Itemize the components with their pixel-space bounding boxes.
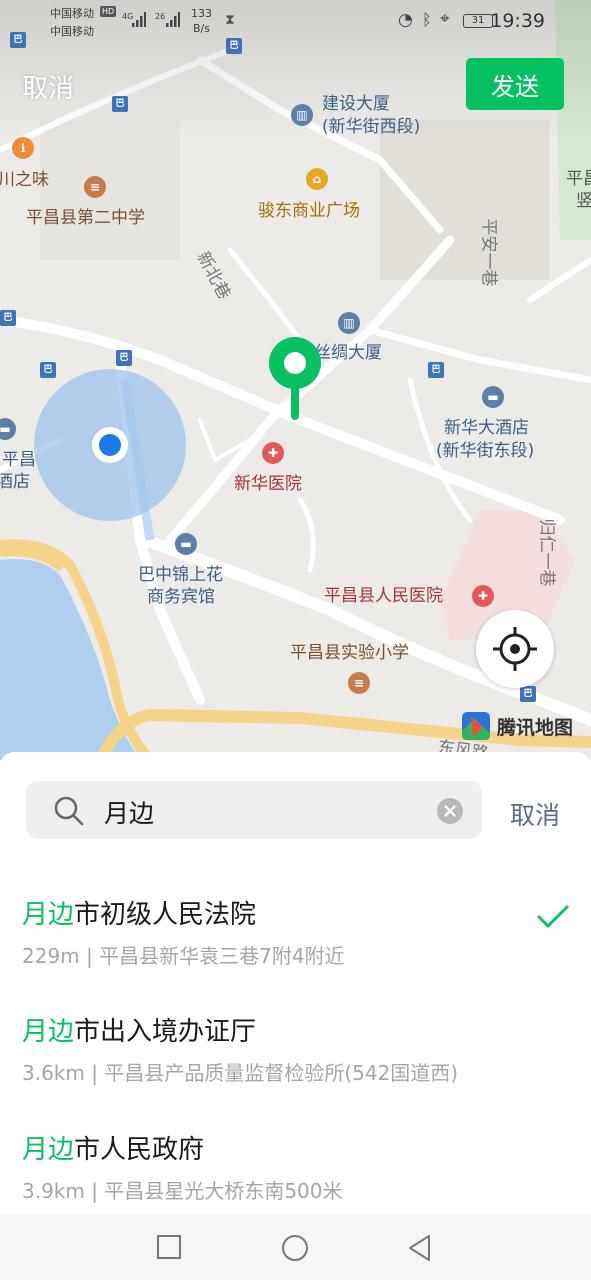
- search-sheet: 月边 取消 月边市初级人民法院 229m | 平昌县新华袁三巷7附4附近 月边市…: [0, 752, 591, 1214]
- poi-sublabel: (新华街西段): [322, 117, 421, 137]
- cancel-button[interactable]: 取消: [22, 68, 74, 105]
- result-highlight: 月边: [22, 1017, 75, 1047]
- hd-badge: HD: [100, 6, 117, 17]
- road-label: 平安一巷: [478, 218, 499, 287]
- result-highlight: 月边: [22, 900, 75, 930]
- search-icon: [54, 796, 84, 826]
- result-title: 月边市人民政府: [22, 1129, 204, 1166]
- result-detail: 3.6km | 平昌县产品质量监督检验所(542国道西): [22, 1061, 459, 1085]
- poi-label: 川之味: [0, 170, 49, 190]
- system-nav-bar: [0, 1214, 591, 1280]
- poi-label: 巴中锦上花: [138, 565, 223, 585]
- poi-label: 平昌县人民医院: [324, 586, 443, 606]
- bus-stop-icon: 巴: [116, 350, 132, 366]
- send-button[interactable]: 发送: [466, 58, 564, 110]
- result-detail: 229m | 平昌县新华袁三巷7附4附近: [22, 944, 345, 968]
- clock: 19:39: [490, 10, 545, 32]
- network-type: 26: [155, 12, 166, 21]
- result-title: 月边市初级人民法院: [22, 894, 256, 931]
- tencent-map-icon: [462, 712, 490, 740]
- crosshair-icon: [493, 627, 537, 671]
- map-view[interactable]: ▥ 建设大厦 (新华街西段) ℹ 川之味 ≡ 平昌县第二中学 ⌂ 骏东商业广场 …: [0, 0, 591, 760]
- recents-icon[interactable]: [156, 1234, 182, 1260]
- map-provider-name: 腾讯地图: [497, 716, 574, 739]
- battery-icon: 31: [463, 14, 493, 28]
- status-bar: 中国移动 HD 中国移动 4G 26 133 B/s ⧗ ◔ ᛒ ⌖ 31 19…: [0, 0, 591, 44]
- bus-stop-icon: 巴: [0, 310, 16, 326]
- hotel-icon: ▬: [175, 533, 197, 555]
- net-speed: 133: [191, 7, 212, 20]
- hospital-icon: ✚: [262, 442, 284, 464]
- location-icon: ⌖: [440, 9, 450, 29]
- home-icon[interactable]: [281, 1234, 309, 1262]
- shopping-icon: ⌂: [306, 168, 328, 190]
- hourglass-icon: ⧗: [225, 12, 235, 28]
- poi-sublabel: 酒店: [0, 472, 30, 492]
- locate-me-button[interactable]: [476, 610, 554, 688]
- result-item[interactable]: 月边市初级人民法院 229m | 平昌县新华袁三巷7附4附近: [0, 894, 591, 1012]
- poi-label: 新华医院: [234, 474, 302, 494]
- poi-label: 平昌: [566, 169, 591, 189]
- bus-stop-icon: 巴: [40, 362, 56, 378]
- bus-stop-icon: 巴: [520, 686, 536, 702]
- hotel-icon: ▬: [482, 386, 504, 408]
- clear-icon[interactable]: [437, 798, 463, 824]
- restaurant-icon: ℹ: [12, 137, 34, 159]
- result-item[interactable]: 月边市出入境办证厅 3.6km | 平昌县产品质量监督检验所(542国道西): [0, 1011, 591, 1129]
- poi-label: 丝绸大厦: [314, 343, 382, 363]
- map-pin-icon: [269, 337, 321, 420]
- road-label: 归仁一巷: [536, 518, 557, 587]
- poi-label: 平昌县第二中学: [26, 208, 145, 228]
- back-icon[interactable]: [407, 1234, 433, 1262]
- signal-icon: [166, 12, 180, 27]
- poi-label: 建设大厦: [322, 94, 390, 114]
- bus-stop-icon: 巴: [112, 96, 128, 112]
- poi-sublabel: 竖: [576, 191, 591, 211]
- building-icon: ▥: [338, 312, 360, 334]
- net-speed-unit: B/s: [193, 22, 210, 35]
- poi-label: 平昌县实验小学: [290, 643, 409, 663]
- poi-sublabel: 商务宾馆: [147, 587, 215, 607]
- result-detail: 3.9km | 平昌县星光大桥东南500米: [22, 1179, 343, 1203]
- alarm-icon: ◔: [398, 10, 413, 30]
- search-box[interactable]: 月边: [26, 781, 482, 839]
- result-title: 月边市出入境办证厅: [22, 1011, 256, 1048]
- search-input[interactable]: 月边: [104, 794, 154, 830]
- result-highlight: 月边: [22, 1135, 75, 1165]
- carrier-name: 中国移动: [50, 25, 94, 38]
- poi-label: 新华大酒店: [444, 418, 529, 438]
- result-title-rest: 市出入境办证厅: [74, 1017, 257, 1047]
- signal-icon: [132, 12, 146, 27]
- hospital-icon: ✚: [472, 585, 494, 607]
- building-icon: ▥: [291, 104, 313, 126]
- result-title-rest: 市人民政府: [74, 1135, 205, 1165]
- poi-sublabel: (新华街东段): [436, 441, 535, 461]
- check-icon: [537, 905, 569, 928]
- poi-label: 骏东商业广场: [258, 201, 360, 221]
- bus-stop-icon: 巴: [428, 362, 444, 378]
- poi-label: 平昌: [2, 450, 36, 470]
- result-title-rest: 市初级人民法院: [74, 900, 257, 930]
- cancel-search-button[interactable]: 取消: [510, 796, 560, 832]
- map-provider-logo: 腾讯地图: [461, 711, 573, 741]
- school-icon: ≡: [84, 176, 106, 198]
- school-icon: ≡: [348, 672, 370, 694]
- carrier-name: 中国移动: [50, 7, 94, 20]
- bluetooth-icon: ᛒ: [422, 10, 432, 29]
